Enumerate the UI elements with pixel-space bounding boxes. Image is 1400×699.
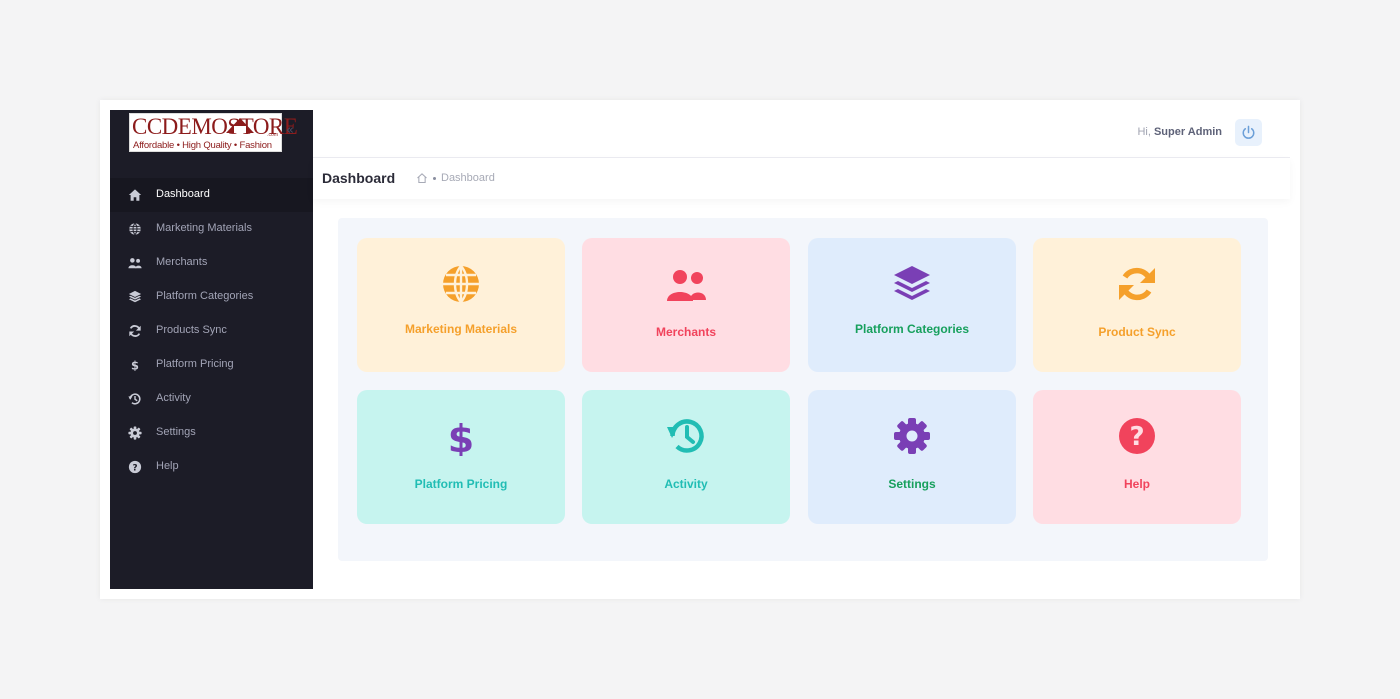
users-icon [128, 258, 142, 269]
sidebar-item-platform-categories[interactable]: Platform Categories [110, 280, 313, 314]
card-label: Settings [888, 477, 936, 491]
card-label: Merchants [655, 325, 717, 339]
page-header: Dashboard Dashboard [313, 158, 1290, 199]
globe-icon [129, 222, 141, 236]
card-help[interactable]: ? Help [1033, 390, 1241, 524]
gear-icon [894, 418, 930, 454]
card-activity[interactable]: Activity [582, 390, 790, 524]
layers-icon [894, 266, 930, 300]
logout-button[interactable] [1235, 119, 1262, 146]
double-chevron-left-icon[interactable]: « [286, 123, 294, 138]
card-platform-pricing[interactable]: $ Platform Pricing [357, 390, 565, 524]
user-greeting: Hi, Super Admin [1137, 126, 1222, 138]
users-icon [667, 270, 706, 301]
sidebar-item-label: Marketing Materials [156, 222, 252, 234]
sidebar-item-products-sync[interactable]: Products Sync [110, 314, 313, 348]
logo-tld: .com [267, 132, 278, 138]
home-icon [128, 189, 142, 201]
top-bar: Hi, Super Admin [313, 110, 1290, 158]
power-icon [1242, 125, 1255, 139]
card-label: Platform Categories [854, 322, 970, 336]
sidebar-item-help[interactable]: ? Help [110, 450, 313, 484]
sidebar-item-label: Products Sync [156, 324, 227, 336]
card-label: Help [1123, 477, 1150, 491]
sidebar-item-merchants[interactable]: Merchants [110, 246, 313, 280]
card-settings[interactable]: Settings [808, 390, 1016, 524]
greeting-prefix: Hi, [1137, 126, 1151, 138]
sidebar-item-label: Dashboard [156, 188, 210, 200]
breadcrumb-item: Dashboard [441, 172, 495, 184]
brand-logo[interactable]: CCDEMOSTORE .com Affordable • High Quali… [129, 113, 298, 152]
sync-icon [1119, 267, 1155, 301]
layers-icon [128, 290, 142, 303]
card-product-sync[interactable]: Product Sync [1033, 238, 1241, 372]
card-marketing-materials[interactable]: Marketing Materials [357, 238, 565, 372]
card-label: Activity [664, 477, 708, 491]
dashboard-content: Marketing Materials Merchants Platform C… [338, 218, 1268, 561]
gear-icon [128, 426, 142, 440]
sidebar-item-label: Merchants [156, 256, 208, 268]
history-icon [128, 393, 141, 405]
sidebar: CCDEMOSTORE .com Affordable • High Quali… [110, 110, 313, 589]
sync-icon [129, 325, 141, 337]
dollar-icon: $ [131, 358, 139, 372]
sidebar-item-label: Platform Pricing [156, 358, 234, 370]
dollar-icon: $ [448, 417, 474, 456]
question-icon: ? [128, 460, 142, 474]
history-icon [667, 419, 704, 453]
card-merchants[interactable]: Merchants [582, 238, 790, 372]
user-name[interactable]: Super Admin [1154, 126, 1222, 138]
svg-text:?: ? [132, 464, 137, 474]
sidebar-item-settings[interactable]: Settings [110, 416, 313, 450]
breadcrumb: Dashboard [416, 172, 495, 184]
home-outline-icon[interactable] [416, 172, 428, 184]
sidebar-item-activity[interactable]: Activity [110, 382, 313, 416]
sidebar-item-platform-pricing[interactable]: $ Platform Pricing [110, 348, 313, 382]
sidebar-item-marketing-materials[interactable]: Marketing Materials [110, 212, 313, 246]
sidebar-item-label: Activity [156, 392, 191, 404]
card-label: Product Sync [1098, 325, 1176, 339]
svg-text:$: $ [131, 358, 139, 372]
sidebar-item-label: Settings [156, 426, 196, 438]
card-label: Platform Pricing [414, 477, 508, 491]
logo-tagline: Affordable • High Quality • Fashion [133, 140, 272, 151]
sidebar-item-label: Help [156, 460, 179, 472]
card-platform-categories[interactable]: Platform Categories [808, 238, 1016, 372]
logo-house-icon [226, 118, 254, 133]
card-label: Marketing Materials [404, 322, 518, 336]
page-title: Dashboard [322, 170, 396, 186]
globe-icon [443, 265, 479, 303]
svg-text:?: ? [1129, 422, 1144, 452]
question-icon: ? [1119, 418, 1155, 454]
breadcrumb-separator [433, 176, 436, 180]
svg-text:$: $ [448, 417, 474, 456]
sidebar-item-dashboard[interactable]: Dashboard [110, 178, 313, 212]
sidebar-item-label: Platform Categories [156, 290, 254, 302]
